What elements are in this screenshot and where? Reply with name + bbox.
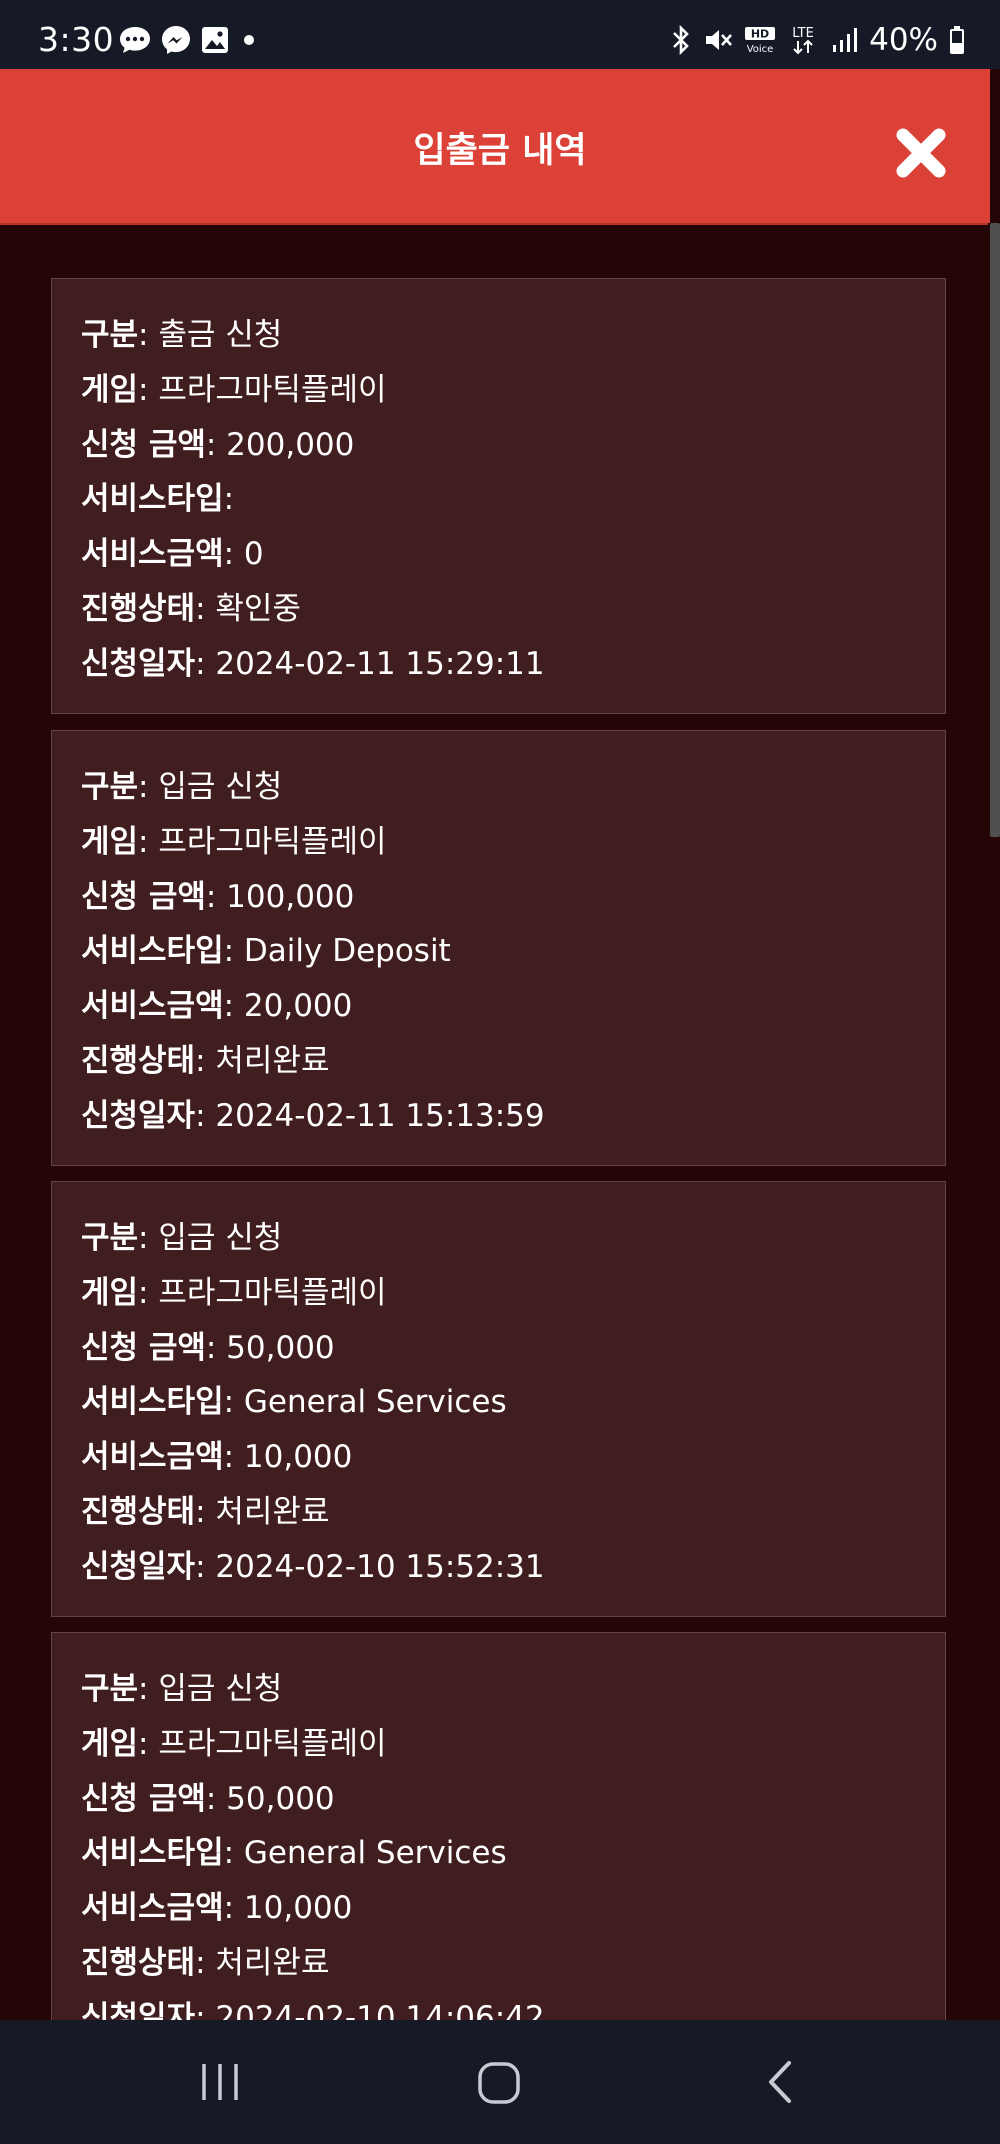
page-title: 입출금 내역 bbox=[413, 131, 587, 171]
battery-percent: 40% bbox=[869, 22, 938, 58]
close-button[interactable] bbox=[893, 125, 949, 181]
gallery-icon bbox=[200, 25, 230, 55]
battery-icon bbox=[948, 24, 966, 56]
field-game: 게임: 프라그마틱플레이 bbox=[81, 1726, 387, 1762]
close-icon bbox=[896, 128, 946, 178]
field-game: 게임: 프라그마틱플레이 bbox=[81, 1275, 387, 1311]
messenger-icon bbox=[160, 24, 192, 56]
field-service-amount: 서비스금액: 10,000 bbox=[81, 1890, 353, 1926]
field-service-amount: 서비스금액: 0 bbox=[81, 536, 264, 572]
field-type: 구분: 출금 신청 bbox=[81, 317, 283, 353]
field-status: 진행상태: 처리완료 bbox=[81, 1494, 330, 1530]
transaction-card: 구분: 입금 신청 게임: 프라그마틱플레이 신청 금액: 100,000 서비… bbox=[51, 730, 946, 1166]
svg-text:Voice: Voice bbox=[747, 44, 774, 55]
transaction-card: 구분: 출금 신청 게임: 프라그마틱플레이 신청 금액: 200,000 서비… bbox=[51, 278, 946, 714]
field-amount: 신청 금액: 50,000 bbox=[81, 1330, 335, 1366]
field-date: 신청일자: 2024-02-11 15:29:11 bbox=[81, 646, 545, 682]
lte-icon: LTE bbox=[787, 24, 819, 56]
field-service-type: 서비스타입: bbox=[81, 481, 235, 517]
home-button[interactable] bbox=[476, 2060, 522, 2110]
chat-bubble-icon bbox=[118, 25, 152, 55]
field-service-type: 서비스타입: General Services bbox=[81, 1835, 507, 1871]
dialog-header: 입출금 내역 bbox=[0, 69, 990, 225]
transaction-card: 구분: 입금 신청 게임: 프라그마틱플레이 신청 금액: 50,000 서비스… bbox=[51, 1181, 946, 1617]
field-game: 게임: 프라그마틱플레이 bbox=[81, 824, 387, 860]
field-service-type: 서비스타입: Daily Deposit bbox=[81, 933, 451, 969]
field-amount: 신청 금액: 200,000 bbox=[81, 427, 355, 463]
navigation-bar bbox=[0, 2020, 1000, 2144]
transaction-list[interactable]: 구분: 출금 신청 게임: 프라그마틱플레이 신청 금액: 200,000 서비… bbox=[0, 224, 988, 2020]
field-status: 진행상태: 처리완료 bbox=[81, 1043, 330, 1079]
field-status: 진행상태: 처리완료 bbox=[81, 1945, 330, 1981]
field-game: 게임: 프라그마틱플레이 bbox=[81, 372, 387, 408]
field-type: 구분: 입금 신청 bbox=[81, 1220, 283, 1256]
field-amount: 신청 금액: 100,000 bbox=[81, 879, 355, 915]
mute-icon bbox=[703, 25, 733, 55]
home-icon bbox=[478, 2062, 520, 2104]
system-icons: HD Voice LTE 40% bbox=[669, 22, 966, 58]
status-time: 3:30 bbox=[38, 20, 115, 59]
recent-apps-icon bbox=[202, 2064, 238, 2100]
hd-voice-icon: HD Voice bbox=[743, 25, 777, 55]
svg-text:HD: HD bbox=[751, 28, 769, 41]
recent-apps-button[interactable] bbox=[196, 2060, 244, 2108]
field-service-type: 서비스타입: General Services bbox=[81, 1384, 507, 1420]
field-service-amount: 서비스금액: 10,000 bbox=[81, 1439, 353, 1475]
field-type: 구분: 입금 신청 bbox=[81, 769, 283, 805]
field-date: 신청일자: 2024-02-11 15:13:59 bbox=[81, 1098, 545, 1134]
field-date: 신청일자: 2024-02-10 15:52:31 bbox=[81, 1549, 545, 1585]
signal-icon bbox=[829, 25, 859, 55]
bluetooth-icon bbox=[669, 25, 693, 55]
field-status: 진행상태: 확인중 bbox=[81, 591, 301, 627]
status-bar: 3:30 HD Voice LTE 40% bbox=[0, 0, 1000, 69]
transaction-card: 구분: 입금 신청 게임: 프라그마틱플레이 신청 금액: 50,000 서비스… bbox=[51, 1632, 946, 2020]
back-button[interactable] bbox=[762, 2058, 798, 2110]
scrollbar-thumb[interactable] bbox=[990, 223, 1000, 837]
field-date: 신청일자: 2024-02-10 14:06:42 bbox=[81, 2000, 545, 2020]
svg-text:LTE: LTE bbox=[792, 26, 814, 41]
dot-icon bbox=[238, 25, 260, 55]
notification-icons bbox=[118, 24, 260, 56]
back-icon bbox=[769, 2061, 791, 2103]
field-type: 구분: 입금 신청 bbox=[81, 1671, 283, 1707]
field-amount: 신청 금액: 50,000 bbox=[81, 1781, 335, 1817]
field-service-amount: 서비스금액: 20,000 bbox=[81, 988, 353, 1024]
